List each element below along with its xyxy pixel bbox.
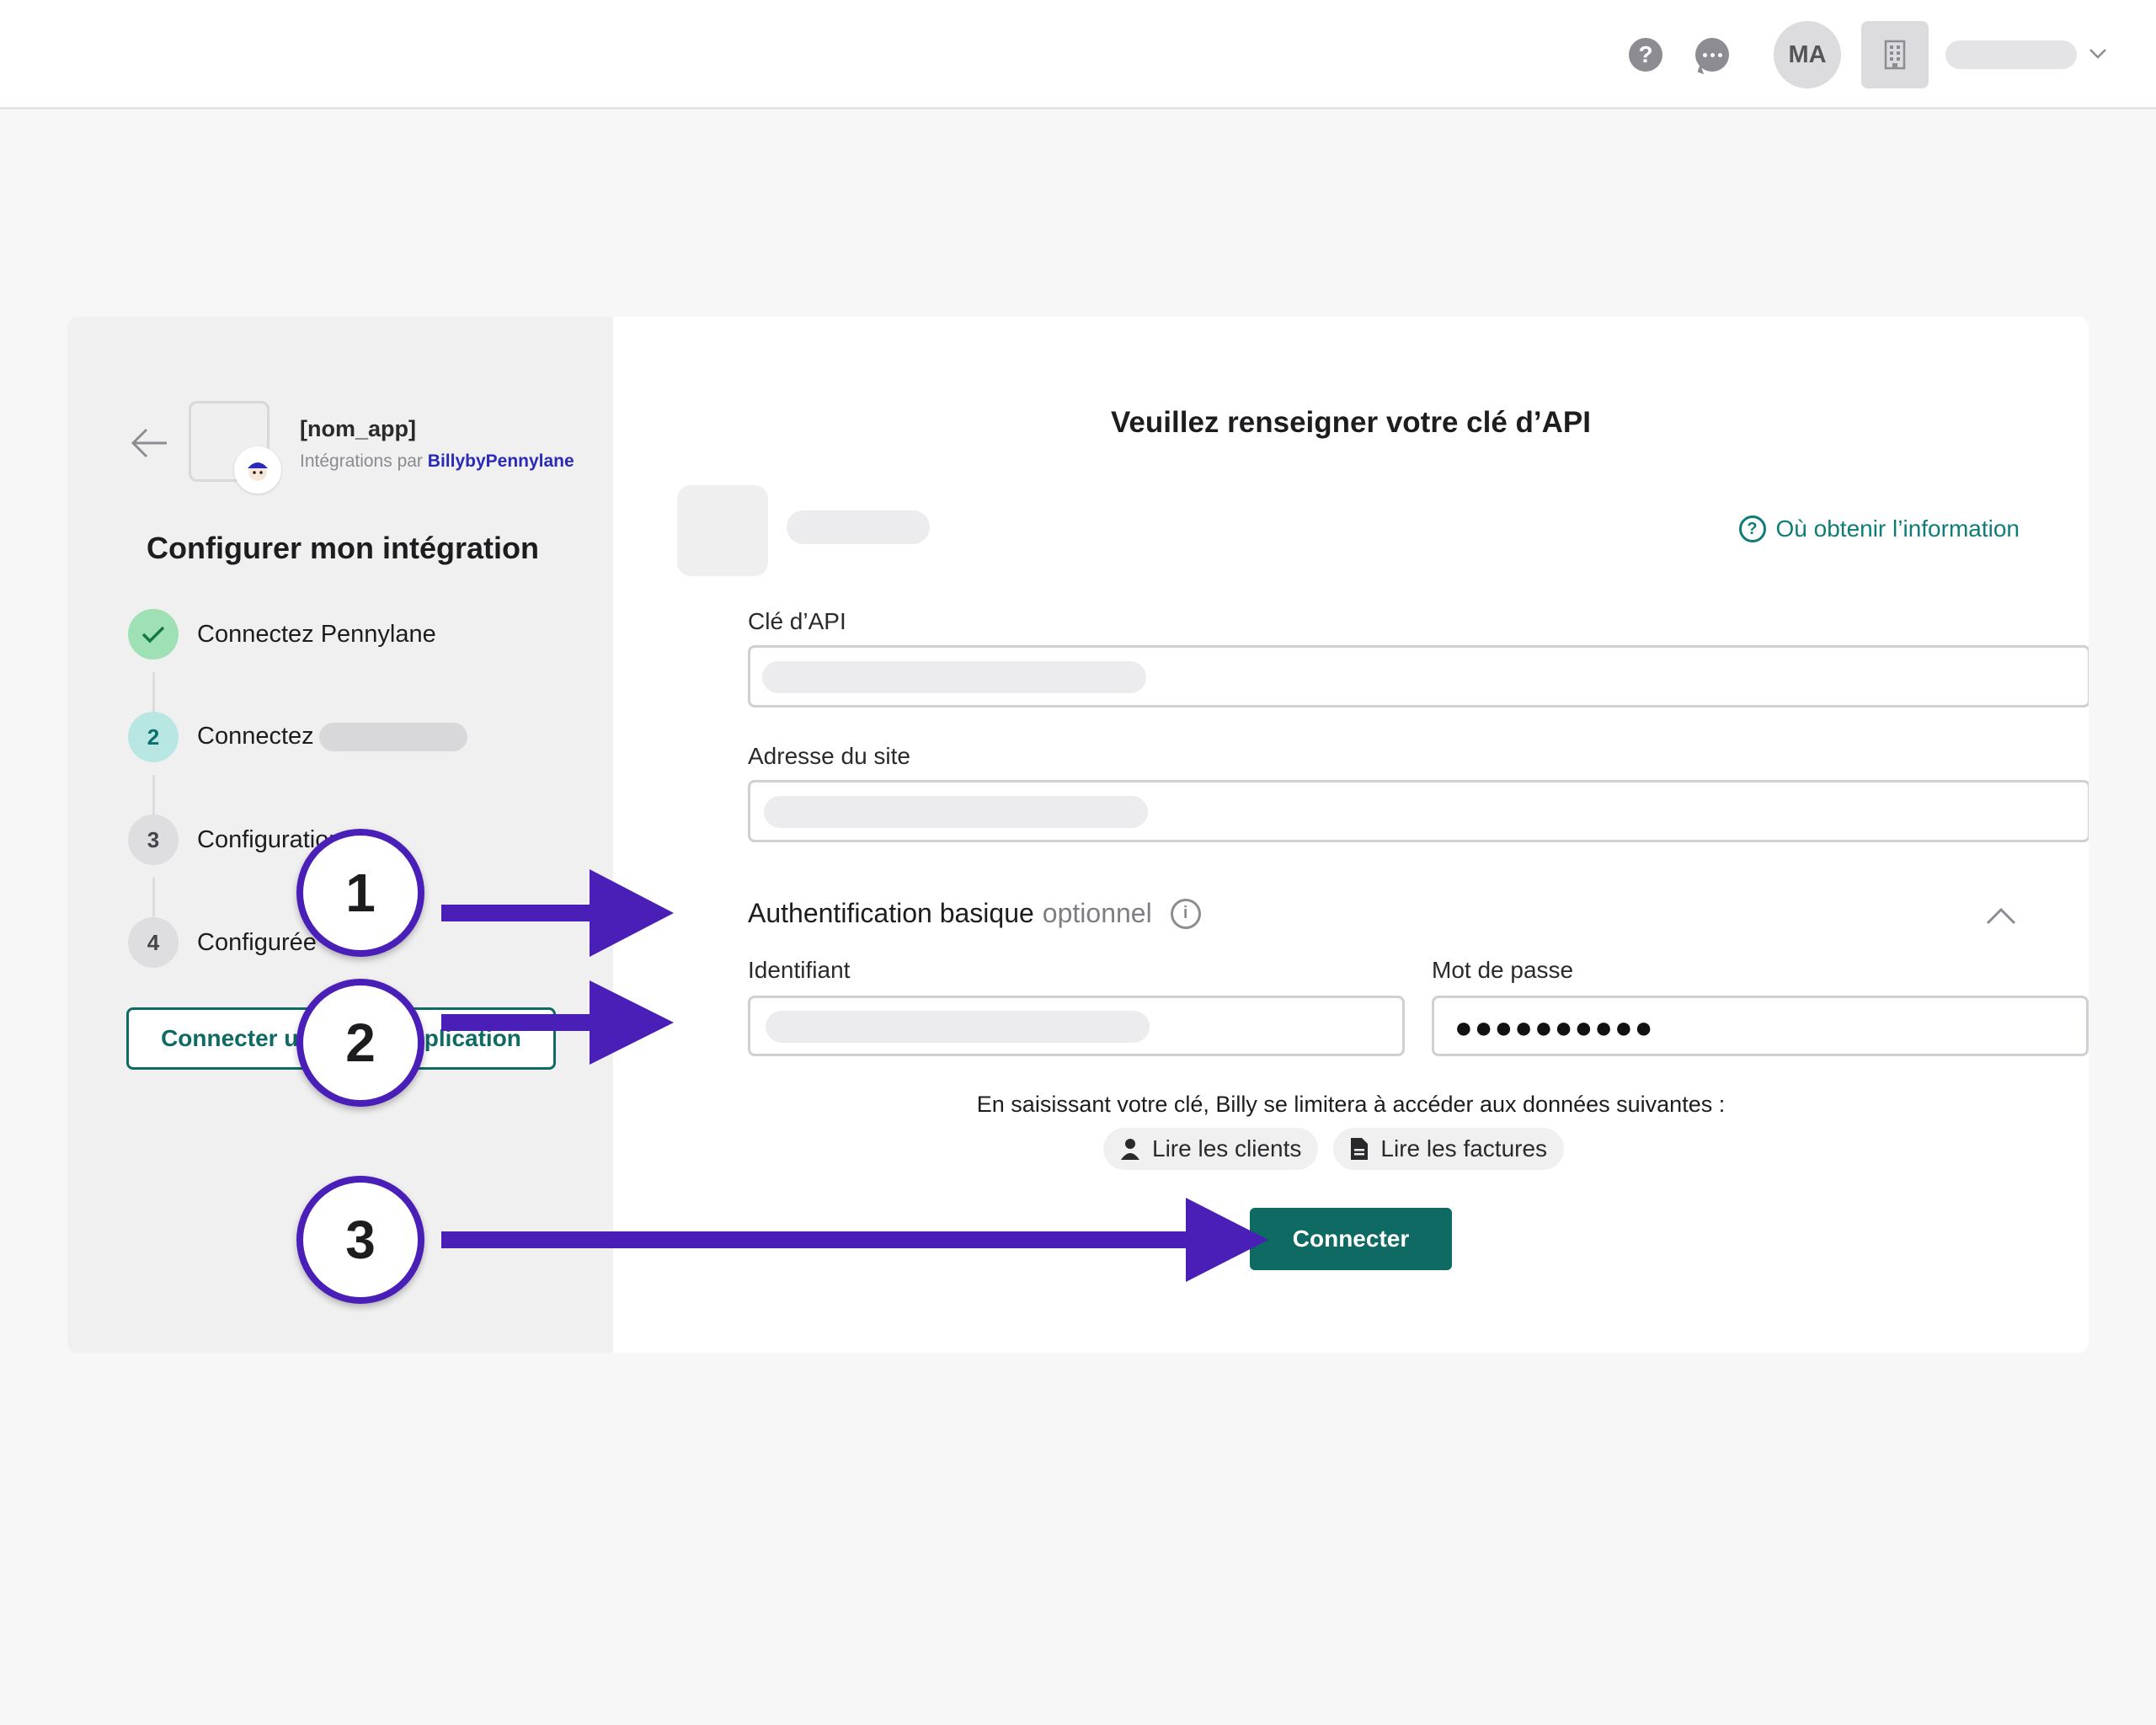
annotation-1: 1 — [296, 829, 424, 957]
annotation-2: 2 — [296, 979, 424, 1107]
annotation-3: 3 — [296, 1176, 424, 1304]
